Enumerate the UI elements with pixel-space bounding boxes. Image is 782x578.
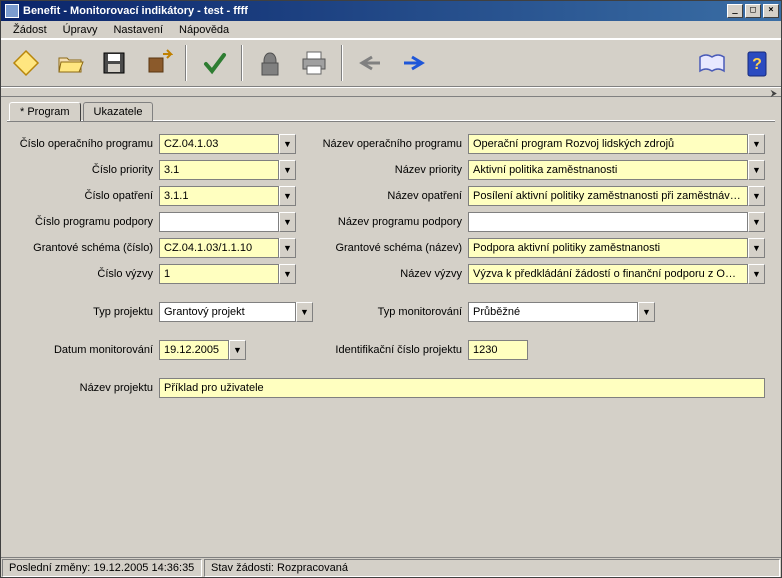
label-nazev-projektu: Název projektu: [7, 382, 159, 394]
save-button[interactable]: [95, 44, 133, 82]
status-stav: Stav žádosti: Rozpracovaná: [204, 559, 780, 577]
label-nazev-priority: Název priority: [296, 164, 468, 176]
drop-grant-schema-nazev[interactable]: ▼: [748, 238, 765, 258]
open-button[interactable]: [51, 44, 89, 82]
menu-napoveda[interactable]: Nápověda: [171, 23, 237, 37]
toolbar-separator: [185, 45, 187, 81]
drop-cislo-prog-podpory[interactable]: ▼: [279, 212, 296, 232]
svg-text:?: ?: [752, 56, 762, 73]
toolbar-separator: [341, 45, 343, 81]
book-button[interactable]: [693, 44, 731, 82]
label-cislo-priority: Číslo priority: [7, 164, 159, 176]
form-area: Číslo operačního programu CZ.04.1.03 ▼ N…: [7, 122, 775, 551]
printer-icon: [299, 49, 329, 77]
field-cislo-vyzvy[interactable]: 1: [159, 264, 279, 284]
status-last-change: Poslední změny: 19.12.2005 14:36:35: [2, 559, 202, 577]
field-id-cislo-projektu[interactable]: 1230: [468, 340, 528, 360]
new-button[interactable]: [7, 44, 45, 82]
drop-cislo-opatreni[interactable]: ▼: [279, 186, 296, 206]
drop-nazev-opatreni[interactable]: ▼: [748, 186, 765, 206]
field-typ-monitorovani[interactable]: Průběžné: [468, 302, 638, 322]
menu-zadost[interactable]: Žádost: [5, 23, 55, 37]
field-nazev-priority[interactable]: Aktivní politika zaměstnanosti: [468, 160, 748, 180]
drop-nazev-priority[interactable]: ▼: [748, 160, 765, 180]
drop-nazev-vyzvy[interactable]: ▼: [748, 264, 765, 284]
label-datum-monitorovani: Datum monitorování: [7, 344, 159, 356]
drop-nazev-prog-podpory[interactable]: ▼: [748, 212, 765, 232]
arrow-right-icon: [402, 54, 426, 72]
minimize-button[interactable]: _: [727, 4, 743, 18]
field-nazev-op[interactable]: Operační program Rozvoj lidských zdrojů: [468, 134, 748, 154]
drop-typ-monitorovani[interactable]: ▼: [638, 302, 655, 322]
menu-upravy[interactable]: Úpravy: [55, 23, 106, 37]
label-grant-schema-cislo: Grantové schéma (číslo): [7, 242, 159, 254]
scroll-strip: ⮞: [1, 87, 781, 97]
app-icon: [5, 4, 19, 18]
window-title: Benefit - Monitorovací indikátory - test…: [23, 5, 727, 17]
field-datum-monitorovani[interactable]: 19.12.2005: [159, 340, 229, 360]
label-nazev-opatreni: Název opatření: [296, 190, 468, 202]
help-book-icon: ?: [742, 48, 770, 78]
label-cislo-prog-podpory: Číslo programu podpory: [7, 216, 159, 228]
field-grant-schema-nazev[interactable]: Podpora aktivní politiky zaměstnanosti: [468, 238, 748, 258]
diamond-icon: [11, 48, 41, 78]
lock-button[interactable]: [251, 44, 289, 82]
box-arrow-icon: [143, 48, 173, 78]
close-button[interactable]: ×: [763, 4, 779, 18]
menubar: Žádost Úpravy Nastavení Nápověda: [1, 21, 781, 39]
check-icon: [200, 49, 228, 77]
tabstrip: * Program Ukazatele: [9, 102, 775, 121]
field-nazev-prog-podpory[interactable]: [468, 212, 748, 232]
lock-icon: [256, 49, 284, 77]
titlebar: Benefit - Monitorovací indikátory - test…: [1, 1, 781, 21]
scroll-indicator-icon: ⮞: [770, 88, 777, 96]
label-nazev-prog-podpory: Název programu podpory: [296, 216, 468, 228]
label-typ-projektu: Typ projektu: [7, 306, 159, 318]
field-nazev-vyzvy[interactable]: Výzva k předkládání žádostí o finanční p…: [468, 264, 748, 284]
open-book-icon: [696, 49, 728, 77]
drop-cislo-priority[interactable]: ▼: [279, 160, 296, 180]
tab-program[interactable]: * Program: [9, 102, 81, 121]
content-area: * Program Ukazatele Číslo operačního pro…: [1, 97, 781, 557]
label-nazev-op: Název operačního programu: [296, 138, 468, 150]
export-button[interactable]: [139, 44, 177, 82]
menu-nastaveni[interactable]: Nastavení: [105, 23, 171, 37]
field-typ-projektu[interactable]: Grantový projekt: [159, 302, 296, 322]
field-nazev-opatreni[interactable]: Posílení aktivní politiky zaměstnanosti …: [468, 186, 748, 206]
field-cislo-op[interactable]: CZ.04.1.03: [159, 134, 279, 154]
forward-button[interactable]: [395, 44, 433, 82]
tab-ukazatele[interactable]: Ukazatele: [83, 102, 154, 121]
field-nazev-projektu[interactable]: Příklad pro uživatele: [159, 378, 765, 398]
label-grant-schema-nazev: Grantové schéma (název): [296, 242, 468, 254]
drop-typ-projektu[interactable]: ▼: [296, 302, 313, 322]
back-button[interactable]: [351, 44, 389, 82]
toolbar: ?: [1, 39, 781, 87]
check-button[interactable]: [195, 44, 233, 82]
print-button[interactable]: [295, 44, 333, 82]
label-cislo-vyzvy: Číslo výzvy: [7, 268, 159, 280]
field-cislo-prog-podpory[interactable]: [159, 212, 279, 232]
folder-icon: [55, 48, 85, 78]
field-grant-schema-cislo[interactable]: CZ.04.1.03/1.1.10: [159, 238, 279, 258]
drop-datum-monitorovani[interactable]: ▼: [229, 340, 246, 360]
label-cislo-opatreni: Číslo opatření: [7, 190, 159, 202]
field-cislo-opatreni[interactable]: 3.1.1: [159, 186, 279, 206]
arrow-left-icon: [358, 54, 382, 72]
drop-grant-schema-cislo[interactable]: ▼: [279, 238, 296, 258]
app-window: Benefit - Monitorovací indikátory - test…: [0, 0, 782, 578]
drop-cislo-vyzvy[interactable]: ▼: [279, 264, 296, 284]
floppy-icon: [100, 49, 128, 77]
label-typ-monitorovani: Typ monitorování: [313, 306, 468, 318]
statusbar: Poslední změny: 19.12.2005 14:36:35 Stav…: [1, 557, 781, 577]
maximize-button[interactable]: □: [745, 4, 761, 18]
label-cislo-op: Číslo operačního programu: [7, 138, 159, 150]
drop-cislo-op[interactable]: ▼: [279, 134, 296, 154]
label-nazev-vyzvy: Název výzvy: [296, 268, 468, 280]
drop-nazev-op[interactable]: ▼: [748, 134, 765, 154]
toolbar-separator: [241, 45, 243, 81]
help-button[interactable]: ?: [737, 44, 775, 82]
label-id-cislo-projektu: Identifikační číslo projektu: [246, 344, 468, 356]
field-cislo-priority[interactable]: 3.1: [159, 160, 279, 180]
